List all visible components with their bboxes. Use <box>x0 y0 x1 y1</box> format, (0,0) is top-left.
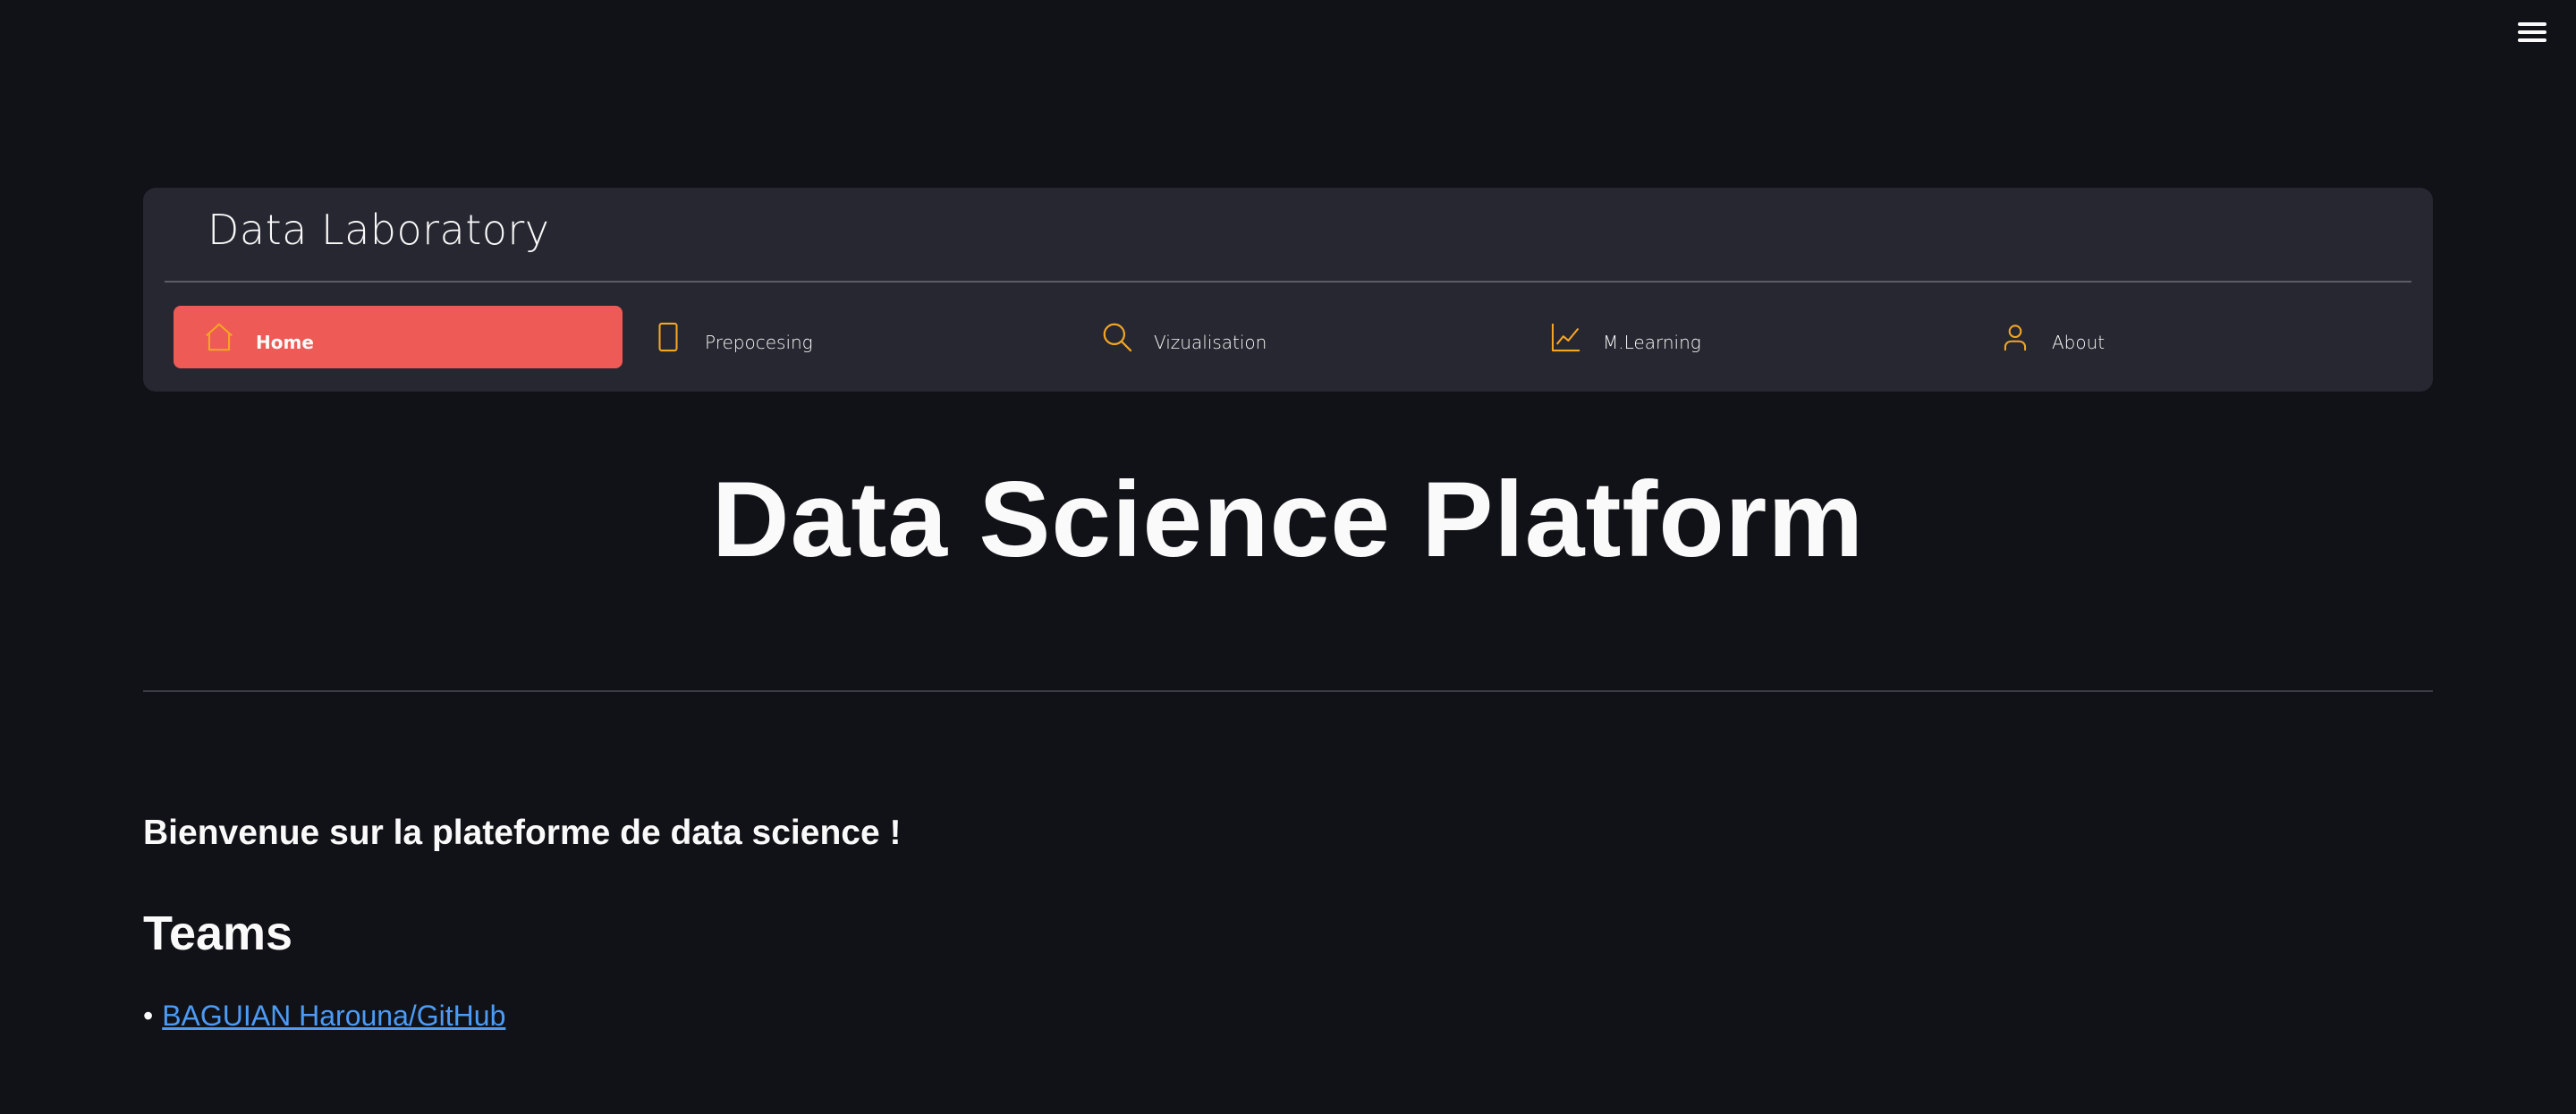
nav-divider <box>165 281 2411 283</box>
teams-heading: Teams <box>143 907 293 960</box>
tablet-icon <box>651 320 685 354</box>
section-divider <box>143 690 2433 692</box>
house-icon <box>202 320 236 354</box>
nav-item-label: About <box>2052 332 2106 353</box>
nav-item-label: M.Learning <box>1603 332 1701 353</box>
page-title: Data Science Platform <box>711 460 1865 579</box>
nav-item-vizualisation[interactable]: Vizualisation <box>1072 306 1521 368</box>
app-page: Data Laboratory Home Prepocesing Vizuali… <box>0 0 2576 1114</box>
github-link[interactable]: BAGUIAN Harouna/GitHub <box>162 1000 505 1033</box>
bullet: • <box>143 1000 154 1032</box>
navigation-menu: Data Laboratory Home Prepocesing Vizuali… <box>143 188 2433 392</box>
nav-item-label: Prepocesing <box>705 332 813 353</box>
nav-title: Data Laboratory <box>208 206 550 254</box>
nav-items: Home Prepocesing Vizualisation M.Learnin… <box>174 306 2419 368</box>
list-item: • BAGUIAN Harouna/GitHub <box>143 1000 505 1033</box>
person-icon <box>1998 320 2032 354</box>
nav-item-m-learning[interactable]: M.Learning <box>1521 306 1970 368</box>
welcome-heading: Bienvenue sur la plateforme de data scie… <box>143 814 902 852</box>
hamburger-menu-icon[interactable] <box>2514 20 2550 45</box>
search-icon <box>1100 320 1134 354</box>
nav-item-about[interactable]: About <box>1970 306 2419 368</box>
nav-item-prepocesing[interactable]: Prepocesing <box>623 306 1072 368</box>
nav-item-label: Vizualisation <box>1154 332 1267 353</box>
line-chart-icon <box>1549 320 1583 354</box>
nav-item-label: Home <box>256 332 314 353</box>
nav-item-home[interactable]: Home <box>174 306 623 368</box>
